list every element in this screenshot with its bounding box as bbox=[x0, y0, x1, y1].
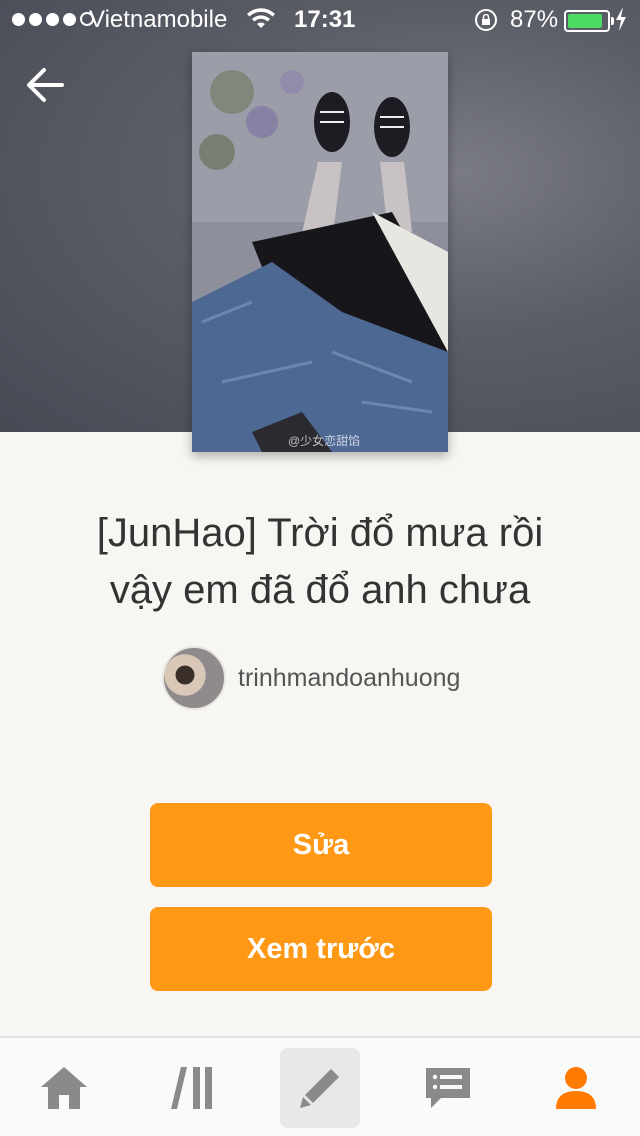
tab-write[interactable] bbox=[280, 1048, 360, 1128]
library-icon bbox=[171, 1067, 212, 1109]
profile-icon bbox=[556, 1067, 596, 1109]
tab-bar bbox=[0, 1036, 640, 1136]
cover-watermark: @少女恋甜馅 bbox=[288, 434, 361, 448]
story-title: [JunHao] Trời đổ mưa rồi vậy em đã đổ an… bbox=[40, 505, 600, 619]
edit-button[interactable]: Sửa bbox=[150, 803, 492, 887]
tab-messages[interactable] bbox=[408, 1048, 488, 1128]
author-avatar[interactable] bbox=[162, 646, 226, 710]
messages-icon bbox=[426, 1068, 470, 1108]
battery-percentage: 87% bbox=[510, 6, 559, 33]
screen: Vietnamobile 17:31 87% @少女恋甜馅 [JunHao] T… bbox=[0, 0, 640, 1136]
charging-icon bbox=[614, 6, 628, 39]
tab-home[interactable] bbox=[24, 1048, 104, 1128]
status-bar: Vietnamobile 17:31 87% bbox=[0, 0, 640, 40]
story-title-line-2: vậy em đã đổ anh chưa bbox=[109, 568, 531, 612]
arrow-left-icon bbox=[27, 68, 64, 102]
tab-library[interactable] bbox=[152, 1048, 232, 1128]
story-title-line-1: [JunHao] Trời đổ mưa rồi bbox=[96, 511, 544, 555]
author-name[interactable]: trinhmandoanhuong bbox=[238, 664, 460, 693]
clock: 17:31 bbox=[294, 6, 356, 33]
back-button[interactable] bbox=[20, 60, 70, 110]
home-icon bbox=[41, 1067, 87, 1109]
author-row[interactable]: trinhmandoanhuong bbox=[162, 646, 460, 710]
story-cover-image[interactable]: @少女恋甜馅 bbox=[192, 52, 448, 452]
battery-icon bbox=[564, 10, 614, 32]
wifi-icon bbox=[246, 8, 276, 37]
pencil-icon bbox=[300, 1069, 339, 1108]
tab-profile[interactable] bbox=[536, 1048, 616, 1128]
preview-button[interactable]: Xem trước bbox=[150, 907, 492, 991]
carrier-name: Vietnamobile bbox=[89, 6, 228, 33]
rotation-lock-icon bbox=[474, 8, 498, 39]
cover-illustration bbox=[192, 52, 448, 452]
signal-strength-icon bbox=[12, 12, 94, 26]
